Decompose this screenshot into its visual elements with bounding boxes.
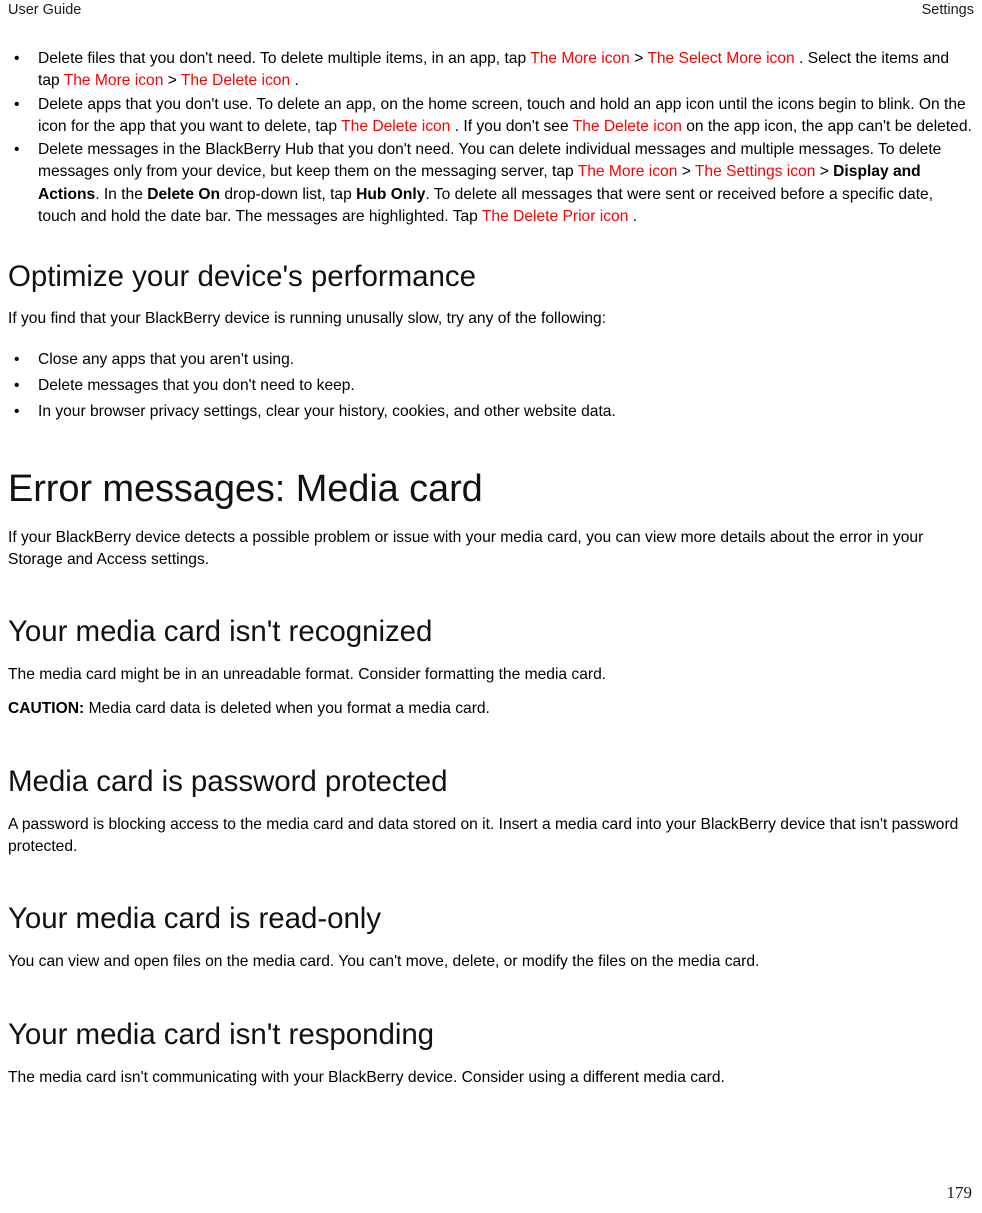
emphasis-text: Delete On (147, 185, 220, 203)
icon-reference-link[interactable]: The Delete icon (573, 118, 682, 135)
list-item: In your browser privacy settings, clear … (8, 401, 974, 424)
body-text-run: . (628, 208, 638, 226)
delete-tips-list: Delete files that you don't need. To del… (8, 48, 974, 228)
header-document-title: User Guide (8, 2, 82, 18)
body-text-run: A password is blocking access to the med… (8, 815, 959, 856)
icon-reference-link[interactable]: The More icon (578, 163, 678, 180)
list-item: Close any apps that you aren't using. (8, 349, 974, 372)
subsection-heading: Your media card is read-only (8, 902, 382, 936)
icon-reference-link[interactable]: The Settings icon (695, 163, 816, 180)
body-text-run: Media card data is deleted when you form… (84, 700, 490, 718)
page-number: 179 (946, 1183, 973, 1202)
breadcrumb-separator: > (629, 50, 648, 67)
error-messages-intro: If your BlackBerry device detects a poss… (8, 528, 924, 568)
document-content: Delete files that you don't need. To del… (0, 48, 982, 1089)
running-header: User Guide Settings (0, 0, 982, 19)
icon-reference-link[interactable]: The Select More icon (647, 50, 794, 67)
breadcrumb-separator: > (163, 72, 181, 90)
emphasis-text: CAUTION: (8, 700, 85, 718)
body-text-run: . (290, 72, 299, 90)
optimize-performance-intro: If you find that your BlackBerry device … (8, 310, 607, 328)
emphasis-text: Hub Only (356, 185, 426, 203)
icon-reference-link[interactable]: The Delete Prior icon (482, 208, 628, 225)
body-text-run: The media card isn't communicating with … (8, 1068, 725, 1086)
list-item: Delete messages in the BlackBerry Hub th… (8, 139, 974, 228)
error-messages-heading: Error messages: Media card (8, 467, 483, 510)
subsection-paragraph: The media card isn't communicating with … (8, 1067, 974, 1089)
breadcrumb-separator: > (815, 163, 834, 181)
subsection-paragraph: The media card might be in an unreadable… (8, 664, 974, 686)
subsection-heading: Your media card isn't responding (8, 1017, 435, 1051)
list-item: Delete messages that you don't need to k… (8, 375, 974, 398)
body-text-run: . If you don't see (450, 117, 573, 135)
body-text-run: The media card might be in an unreadable… (8, 666, 607, 684)
list-item: Delete files that you don't need. To del… (8, 48, 974, 93)
subsection-paragraph: CAUTION: Media card data is deleted when… (8, 698, 974, 720)
icon-reference-link[interactable]: The More icon (64, 72, 164, 89)
optimize-performance-heading: Optimize your device's performance (8, 260, 476, 294)
breadcrumb-separator: > (677, 163, 695, 181)
list-item: Delete apps that you don't use. To delet… (8, 94, 974, 139)
body-text-run: on the app icon, the app can't be delete… (681, 117, 972, 135)
header-section-title: Settings (921, 2, 974, 18)
media-card-subsections: Your media card isn't recognized The medi… (8, 571, 974, 1089)
body-text-run: You can view and open files on the media… (8, 953, 760, 971)
optimize-performance-list: Close any apps that you aren't using. Del… (8, 349, 974, 424)
subsection-paragraph: You can view and open files on the media… (8, 951, 974, 973)
body-text-run: drop-down list, tap (220, 185, 357, 203)
body-text-run: Delete files that you don't need. To del… (38, 50, 531, 67)
icon-reference-link[interactable]: The Delete icon (341, 118, 450, 135)
subsection-heading: Your media card isn't recognized (8, 615, 433, 649)
subsection-heading: Media card is password protected (8, 764, 448, 798)
body-text-run: . In the (95, 185, 148, 203)
icon-reference-link[interactable]: The Delete icon (181, 72, 290, 89)
icon-reference-link[interactable]: The More icon (530, 50, 630, 67)
subsection-paragraph: A password is blocking access to the med… (8, 814, 974, 859)
